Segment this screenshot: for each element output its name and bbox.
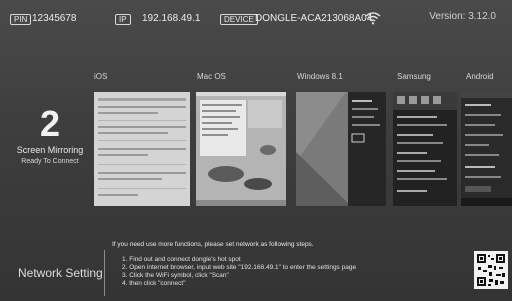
device-badge: DEVICE: [220, 14, 258, 25]
ip-badge: IP: [115, 14, 131, 25]
device-name: DONGLE-ACA213068A04: [255, 13, 373, 24]
status-bar: PIN 12345678 IP 192.168.49.1 DEVICE DONG…: [0, 0, 512, 30]
firmware-version: Version: 3.12.0: [429, 11, 496, 22]
network-intro-text: If you need use more functions, please s…: [112, 241, 314, 248]
network-step: 1. Find out and connect dongle's hot spo…: [122, 256, 241, 263]
wifi-icon: [365, 12, 381, 25]
tab-ios[interactable]: iOS: [94, 72, 107, 81]
network-steps-list: 1. Find out and connect dongle's hot spo…: [122, 256, 356, 288]
android-screenshot-image: [461, 92, 512, 206]
tab-windows[interactable]: Windows 8.1: [297, 72, 343, 81]
ios-guide-screenshot[interactable]: [94, 92, 190, 206]
network-divider: [104, 250, 105, 296]
mirroring-status: Ready To Connect: [21, 158, 79, 165]
windows-screenshot-image: [296, 92, 386, 206]
tab-android[interactable]: Android: [466, 72, 494, 81]
network-step: 2. Open internet browser, input web site…: [122, 264, 357, 271]
qr-code-icon: [474, 251, 508, 289]
tab-samsung[interactable]: Samsung: [397, 72, 431, 81]
mirroring-home-screen: PIN 12345678 IP 192.168.49.1 DEVICE DONG…: [0, 0, 512, 301]
pin-badge: PIN: [10, 14, 32, 25]
connected-count: 2: [39, 103, 61, 144]
android-guide-screenshot[interactable]: [461, 92, 512, 206]
macos-guide-screenshot[interactable]: [196, 92, 286, 206]
network-step: 4. then click "connect": [122, 280, 186, 287]
pin-value: 12345678: [32, 13, 77, 24]
samsung-guide-screenshot[interactable]: [393, 92, 457, 206]
ios-screenshot-image: [94, 92, 190, 206]
network-setting-title: Network Setting: [18, 266, 103, 280]
macos-screenshot-image: [196, 92, 286, 206]
ip-value: 192.168.49.1: [142, 13, 201, 24]
tab-macos[interactable]: Mac OS: [197, 72, 226, 81]
network-step: 3. Click the WiFi symbol, click "Scan": [122, 272, 229, 279]
samsung-screenshot-image: [393, 92, 457, 206]
windows-guide-screenshot[interactable]: [296, 92, 386, 206]
mirroring-title: Screen Mirroring: [16, 145, 84, 155]
